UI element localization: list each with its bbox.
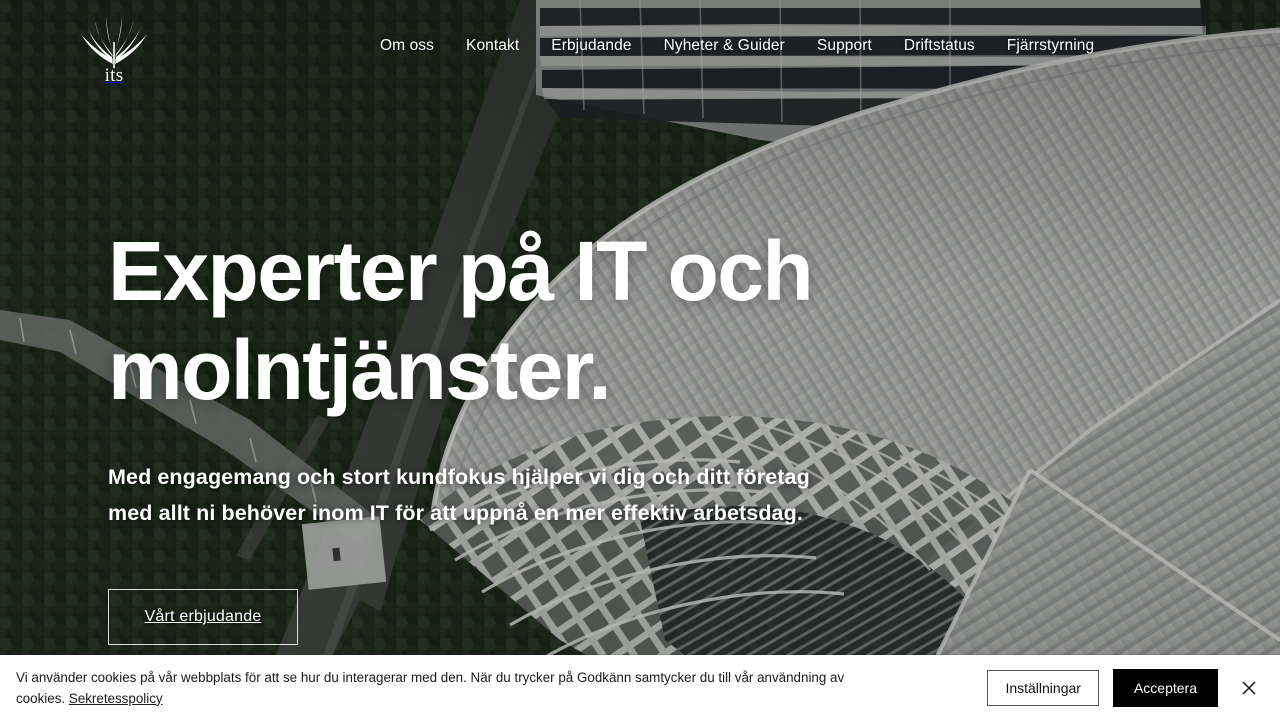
hero-subtitle: Med engagemang och stort kundfokus hjälp…	[108, 459, 938, 531]
hero-section: its Om oss Kontakt Erbjudande Nyheter & …	[0, 0, 1280, 720]
nav-link-fjarrstyrning[interactable]: Fjärrstyrning	[1007, 34, 1094, 58]
nav-link-nyheter-guider[interactable]: Nyheter & Guider	[664, 34, 785, 58]
cookie-close-button[interactable]	[1236, 675, 1262, 701]
nav-link-erbjudande[interactable]: Erbjudande	[551, 34, 631, 58]
nav-link-kontakt[interactable]: Kontakt	[466, 34, 519, 58]
cookie-settings-button[interactable]: Inställningar	[987, 669, 1099, 706]
wing-logo-icon	[75, 14, 153, 68]
main-navigation: Om oss Kontakt Erbjudande Nyheter & Guid…	[380, 34, 1094, 58]
site-header: its Om oss Kontakt Erbjudande Nyheter & …	[0, 0, 1280, 96]
hero-cta-button[interactable]: Vårt erbjudande	[108, 589, 298, 645]
nav-link-om-oss[interactable]: Om oss	[380, 34, 434, 58]
cookie-banner-text: Vi använder cookies på vår webbplats för…	[0, 667, 900, 709]
cookie-consent-banner: Vi använder cookies på vår webbplats för…	[0, 655, 1280, 720]
close-icon	[1240, 679, 1258, 697]
hero-subtitle-line-2: med allt ni behöver inom IT för att uppn…	[108, 501, 803, 525]
nav-link-driftstatus[interactable]: Driftstatus	[904, 34, 975, 58]
hero-content: Experter på IT och molntjänster. Med eng…	[108, 222, 1008, 645]
privacy-policy-link[interactable]: Sekretesspolicy	[69, 691, 163, 706]
nav-link-support[interactable]: Support	[817, 34, 872, 58]
cookie-banner-actions: Inställningar Acceptera	[987, 668, 1280, 707]
hero-title-line-2: molntjänster.	[108, 323, 612, 417]
hero-subtitle-line-1: Med engagemang och stort kundfokus hjälp…	[108, 465, 810, 489]
site-logo[interactable]: its	[74, 14, 154, 90]
cookie-accept-button[interactable]: Acceptera	[1112, 668, 1218, 707]
hero-title-line-1: Experter på IT och	[108, 224, 814, 318]
page-title: Experter på IT och molntjänster.	[108, 222, 1008, 420]
logo-wordmark: its	[104, 65, 124, 86]
